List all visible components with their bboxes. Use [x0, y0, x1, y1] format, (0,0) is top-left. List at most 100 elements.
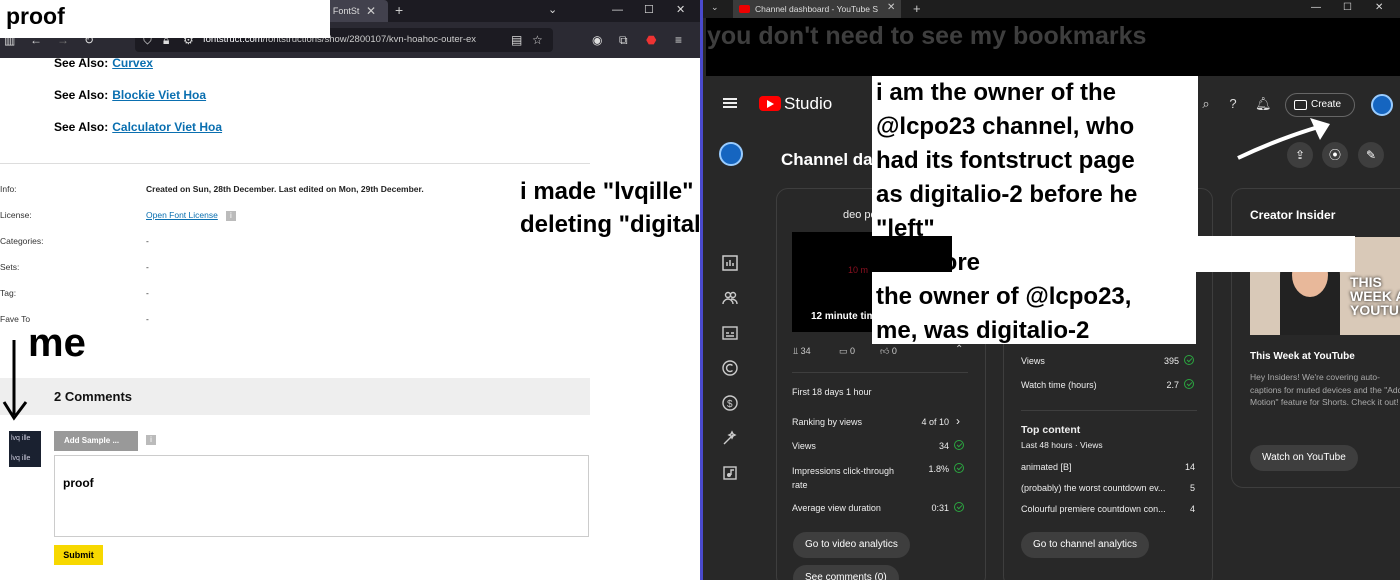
watch-on-youtube-button[interactable]: Watch on YouTube	[1250, 445, 1358, 471]
earn-icon[interactable]: $	[721, 394, 739, 412]
avatar-text: lvq ille	[11, 435, 31, 442]
see-comments-button[interactable]: See comments (0)	[793, 565, 899, 580]
card-divider	[1021, 410, 1197, 411]
see-also-link[interactable]: Blockie Viet Hoa	[112, 88, 206, 102]
top-content-value: 5	[1189, 483, 1195, 493]
audio-library-icon[interactable]	[721, 464, 739, 482]
search-icon[interactable]: ⌕	[1198, 96, 1214, 112]
close-tab-icon[interactable]: ✕	[887, 2, 895, 13]
ctr-label: Impressions click-through rate	[792, 466, 895, 490]
check-icon	[1184, 355, 1194, 365]
bookmarks-cover-text: you don't need to see my bookmarks	[707, 22, 1147, 50]
new-tab-icon[interactable]: +	[913, 1, 921, 16]
minimize-icon[interactable]: —	[612, 3, 623, 17]
create-video-icon	[1294, 100, 1307, 110]
customization-icon[interactable]	[721, 429, 739, 447]
views-stat: ⫫ 34	[793, 346, 811, 356]
extensions-icon[interactable]: ⧉	[619, 33, 628, 47]
period-label: First 18 days 1 hour	[792, 387, 872, 397]
menu-icon[interactable]: ≡	[675, 33, 682, 47]
top-content-item[interactable]: Colourful premiere countdown con...	[1021, 504, 1166, 514]
license-link[interactable]: Open Font License	[146, 210, 218, 220]
views-count: 34	[800, 346, 811, 356]
account-icon[interactable]: ◉	[592, 33, 602, 47]
license-value: Open Font License i	[146, 210, 236, 221]
close-window-icon[interactable]: ✕	[676, 3, 685, 17]
info-label: Info:	[0, 184, 17, 194]
community-icon[interactable]	[721, 289, 739, 307]
avd-label: Average view duration	[792, 503, 881, 513]
youtube-studio-tab[interactable]: Channel dashboard - YouTube S	[733, 0, 901, 18]
channel-views-value: 395	[1163, 356, 1179, 366]
add-sample-button[interactable]: Add Sample ...	[54, 431, 138, 451]
tag-label: Tag:	[0, 288, 17, 298]
comments-stat: ▭ 0	[839, 346, 856, 356]
see-also-link[interactable]: Calculator Viet Hoa	[112, 120, 222, 134]
studio-label: Studio	[784, 94, 833, 113]
center-annotation-box: i made "lvqille" after deleting "digital…	[514, 172, 700, 246]
go-to-channel-analytics-button[interactable]: Go to channel analytics	[1021, 532, 1149, 558]
edit-post-icon[interactable]: ✎	[1358, 142, 1384, 168]
bookmark-star-icon[interactable]: ☆	[532, 33, 543, 47]
see-also-label: See Also:	[54, 88, 109, 102]
channel-avatar[interactable]	[719, 142, 743, 166]
comment-text: proof	[63, 476, 94, 490]
watch-time-value: 2.7	[1166, 380, 1179, 390]
top-content-item[interactable]: animated [B]	[1021, 462, 1072, 472]
right-annotation: i am the owner of the @lcpo23 channel, w…	[876, 79, 1138, 344]
license-label: License:	[0, 210, 32, 220]
see-also-label: See Also:	[54, 56, 109, 70]
youtube-logo-icon[interactable]	[759, 96, 781, 111]
channel-views-label: Views	[1021, 356, 1045, 366]
account-avatar[interactable]	[1371, 94, 1393, 116]
info-icon[interactable]: i	[146, 435, 156, 445]
close-window-icon[interactable]: ✕	[1375, 2, 1383, 13]
create-label: Create	[1311, 99, 1342, 110]
tab-list-icon[interactable]: ⌄	[548, 3, 557, 17]
see-also-link[interactable]: Curvex	[112, 56, 153, 70]
avatar-text: lvq ille	[11, 455, 31, 462]
info-value: Created on Sun, 28th December. Last edit…	[146, 184, 424, 194]
tab-search-icon[interactable]: ⌄	[711, 2, 719, 13]
check-icon	[954, 502, 964, 512]
info-badge-icon[interactable]: i	[225, 210, 236, 221]
creator-insider-video-title[interactable]: This Week at YouTube	[1250, 351, 1355, 362]
see-also-row: See Also: Curvex	[54, 56, 153, 70]
categories-value: -	[146, 236, 149, 246]
see-also-label: See Also:	[54, 120, 109, 134]
hamburger-menu-icon[interactable]	[723, 98, 737, 108]
go-to-video-analytics-button[interactable]: Go to video analytics	[793, 532, 910, 558]
close-tab-icon[interactable]: ✕	[366, 3, 376, 19]
commenter-avatar[interactable]: lvq ille lvq ille	[9, 431, 41, 467]
comments-count: 0	[850, 346, 856, 356]
sets-value: -	[146, 262, 149, 272]
creator-insider-description: Hey Insiders! We're covering auto-captio…	[1250, 372, 1400, 407]
youtube-tab-title: Channel dashboard - YouTube S	[755, 4, 879, 14]
chrome-tab-bar: ⌄ Channel dashboard - YouTube S ✕ + — ☐ …	[703, 0, 1400, 18]
pointer-arrow-annotation	[1237, 118, 1330, 160]
reader-view-icon[interactable]: ▤	[511, 33, 522, 47]
maximize-icon[interactable]: ☐	[1343, 2, 1352, 13]
comment-textarea[interactable]: proof	[54, 455, 589, 537]
minimize-icon[interactable]: —	[1311, 2, 1321, 13]
me-annotation: me	[28, 321, 86, 365]
subtitles-icon[interactable]	[721, 324, 739, 342]
maximize-icon[interactable]: ☐	[644, 3, 654, 17]
new-tab-icon[interactable]: +	[395, 2, 403, 18]
chevron-right-icon[interactable]: ›	[956, 414, 960, 428]
ranking-label: Ranking by views	[792, 417, 863, 427]
thumbnail-headline: THIS WEEK A YOUTUBE	[1350, 274, 1400, 318]
copyright-icon[interactable]	[721, 359, 739, 377]
ublock-icon[interactable]: ⬣	[646, 33, 656, 47]
fontstruct-tab-title: | FontSt	[328, 6, 360, 16]
tag-value: -	[146, 288, 149, 298]
video-title[interactable]: 12 minute tim	[811, 311, 875, 322]
fontstruct-browser-window: | FontSt ✕ + ⌄ — ☐ ✕ ▥ ← → ↻ ⛉ 🔒︎ ⚙ font…	[0, 0, 700, 580]
section-divider	[0, 163, 590, 164]
top-content-item[interactable]: (probably) the worst countdown ev...	[1021, 483, 1165, 493]
ctr-value: 1.8%	[928, 464, 949, 474]
submit-button[interactable]: Submit	[54, 545, 103, 565]
analytics-icon[interactable]	[721, 254, 739, 272]
check-icon	[1184, 379, 1194, 389]
youtube-favicon-icon	[739, 5, 750, 13]
